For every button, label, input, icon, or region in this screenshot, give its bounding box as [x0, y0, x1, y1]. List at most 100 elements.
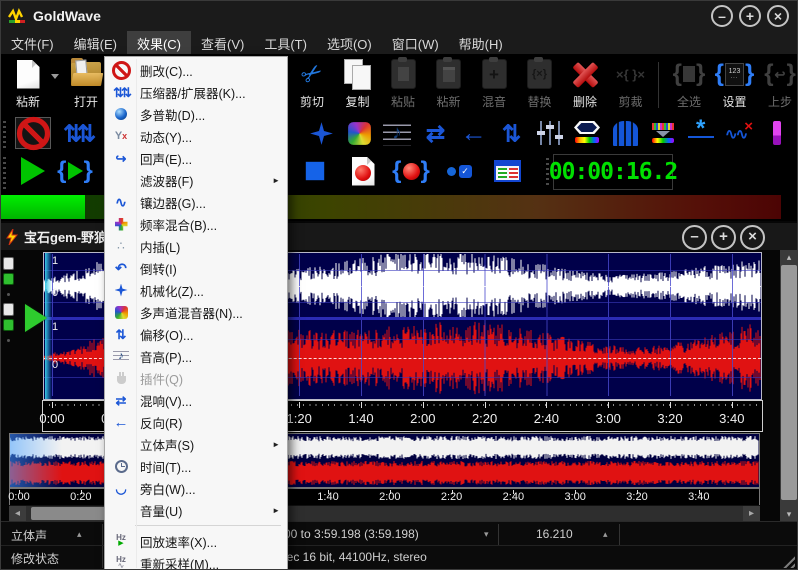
scroll-down-button[interactable]: ▾	[780, 507, 798, 521]
play-button[interactable]	[11, 152, 55, 190]
effects-menu-item-plugin[interactable]: 插件(Q)	[105, 367, 287, 389]
balance-fader-knob[interactable]	[3, 257, 14, 270]
dropdown-chevron-icon[interactable]	[51, 74, 59, 79]
compressor-button[interactable]: ⇅⇅	[59, 117, 95, 149]
scrollbar-thumb[interactable]	[781, 265, 797, 500]
multichannel-mixer-button[interactable]	[341, 117, 377, 149]
page-new-button[interactable]: 粘新	[5, 56, 51, 110]
effects-menu-item-flanger[interactable]: ∿镶边器(G)...	[105, 191, 287, 213]
scroll-up-button[interactable]: ▴	[780, 250, 798, 264]
set-selection-button[interactable]: {123∙∙∙}设置	[712, 56, 758, 110]
delete-x-button[interactable]: 删除	[562, 56, 608, 110]
equalizer-button[interactable]	[531, 117, 567, 149]
menubar-item-7[interactable]: 帮助(H)	[449, 31, 513, 54]
spectrum-partial-button[interactable]	[759, 117, 795, 149]
control-properties-button[interactable]	[485, 152, 529, 190]
close-button[interactable]: ×	[767, 5, 789, 27]
effects-menu-item-compressor[interactable]: ⇅⇅压缩器/扩展器(K)...	[105, 81, 287, 103]
plugin-icon	[110, 369, 132, 387]
sound-close-button[interactable]: ×	[740, 225, 765, 250]
level-meter-active	[1, 195, 85, 219]
toolbar-grip[interactable]	[3, 120, 6, 148]
menubar-item-1[interactable]: 编辑(E)	[64, 31, 127, 54]
effects-menu-item-multichannel-mixer[interactable]: 多声道混音器(N)...	[105, 301, 287, 323]
effects-menu-item-frequency-blend[interactable]: 频率混合(B)...	[105, 213, 287, 235]
effects-menu-item-offset[interactable]: ⇅偏移(O)...	[105, 323, 287, 345]
effects-menu-item-sub-17[interactable]: 立体声(S)►	[105, 433, 287, 455]
effects-menu-item-sub-5[interactable]: 滤波器(F)►	[105, 169, 287, 191]
no-entry-button[interactable]	[15, 117, 51, 149]
menubar-item-6[interactable]: 窗口(W)	[382, 31, 449, 54]
effects-menu-item-doppler[interactable]: 多普勒(D)...	[105, 103, 287, 125]
record-button[interactable]: {}	[389, 152, 433, 190]
sound-minimize-button[interactable]: –	[682, 225, 707, 250]
position-value[interactable]: 16.210	[536, 527, 573, 541]
fader-dot	[7, 339, 10, 342]
menubar-item-4[interactable]: 工具(T)	[254, 31, 317, 54]
maximize-button[interactable]: +	[739, 5, 761, 27]
effects-menu-item-interpolate[interactable]: ∴内插(L)	[105, 235, 287, 257]
effects-menu-item-mechanize[interactable]: 机械化(Z)...	[105, 279, 287, 301]
reverse-button[interactable]: ←	[455, 117, 491, 149]
selection-range-value[interactable]: 00 to 3:59.198 (3:59.198)	[284, 527, 419, 541]
channel-mode-arrow-icon[interactable]: ▴	[77, 529, 82, 540]
effects-menu-item-echo[interactable]: ↪回声(E)...	[105, 147, 287, 169]
scroll-left-button[interactable]: ◂	[9, 506, 26, 521]
effects-menu-item-reverb[interactable]: ⇄混响(V)...	[105, 389, 287, 411]
selection-dropdown-icon[interactable]: ▾	[484, 529, 489, 540]
volume-fader-knob[interactable]	[3, 273, 14, 285]
pipe-organ-button[interactable]	[607, 117, 643, 149]
minimize-button[interactable]: –	[711, 5, 733, 27]
resize-grip[interactable]	[780, 553, 795, 568]
clipboard-paste-button[interactable]: 粘贴	[380, 56, 426, 110]
folder-open-button[interactable]: 打开	[63, 56, 109, 110]
filter-hexagon-button[interactable]	[569, 117, 605, 149]
vertical-scrollbar[interactable]: ▴ ▾	[780, 250, 798, 521]
effects-menu-item-dynamics[interactable]: Yx动态(Y)...	[105, 125, 287, 147]
noise-reduction-button[interactable]: ∿∿×	[721, 117, 757, 149]
toolbar-grip[interactable]	[3, 155, 6, 189]
menubar-item-5[interactable]: 选项(O)	[317, 31, 382, 54]
effects-menu-item-reverse[interactable]: ←反向(R)	[105, 411, 287, 433]
effects-menu-item-playback-rate[interactable]: Hz▶回放速率(X)...	[105, 530, 287, 552]
reverb-button[interactable]: ⇄	[417, 117, 453, 149]
effects-menu-item-no-entry[interactable]: 删改(C)...	[105, 59, 287, 81]
loop-play-button[interactable]: {}	[53, 152, 97, 190]
spectrum-filter-button[interactable]	[645, 117, 681, 149]
offset-button[interactable]: ⇅	[493, 117, 529, 149]
clipboard-mix-button[interactable]: +混音	[471, 56, 517, 110]
select-all-button[interactable]: {}全选	[666, 56, 712, 110]
effects-menu-item-pitch[interactable]: ♪音高(P)...	[105, 345, 287, 367]
menubar-item-2[interactable]: 效果(C)	[127, 31, 191, 54]
scissors-button[interactable]: ✂剪切	[289, 56, 335, 110]
scroll-right-button[interactable]: ▸	[743, 506, 760, 521]
clipboard-replace-button[interactable]: {×}替换	[517, 56, 563, 110]
no-entry-icon	[110, 61, 132, 79]
position-arrow-icon[interactable]: ▴	[603, 529, 608, 540]
volume-fader-knob[interactable]	[3, 319, 14, 331]
balance-fader-knob[interactable]	[3, 303, 14, 316]
channel-mode-label[interactable]: 立体声	[11, 527, 47, 544]
menubar-item-0[interactable]: 文件(F)	[1, 31, 64, 54]
effects-menu-item-voice-over[interactable]: ◡旁白(W)...	[105, 477, 287, 499]
effects-menu-item-invert[interactable]: ↶倒转(I)	[105, 257, 287, 279]
previous-step-button[interactable]: {↩}上步	[757, 56, 798, 110]
mechanize-button[interactable]	[303, 117, 339, 149]
pitch-button[interactable]: ♪	[379, 117, 415, 149]
click-repair-button[interactable]: *	[683, 117, 719, 149]
stop-button[interactable]	[293, 152, 337, 190]
effects-menu-item-time[interactable]: 时间(T)...	[105, 455, 287, 477]
record-options-icon: ✓	[447, 165, 472, 178]
modify-status-label: 修改状态	[11, 550, 59, 567]
record-new-button[interactable]	[341, 152, 385, 190]
menubar-item-3[interactable]: 查看(V)	[191, 31, 254, 54]
sound-maximize-button[interactable]: +	[711, 225, 736, 250]
effects-menu-item-sub-20[interactable]: 音量(U)►	[105, 499, 287, 521]
trim-button[interactable]: ×{ }×剪裁	[608, 56, 654, 110]
copy-button[interactable]: 复制	[335, 56, 381, 110]
effects-menu-item-resample[interactable]: Hz∿重新采样(M)...	[105, 552, 287, 570]
record-options-button[interactable]: ✓	[437, 152, 481, 190]
goldwave-app-window: GoldWave – + × 文件(F)编辑(E)效果(C)查看(V)工具(T)…	[0, 0, 798, 570]
playback-marker[interactable]	[25, 304, 47, 332]
clipboard-paste-new-button[interactable]: 粘新	[426, 56, 472, 110]
